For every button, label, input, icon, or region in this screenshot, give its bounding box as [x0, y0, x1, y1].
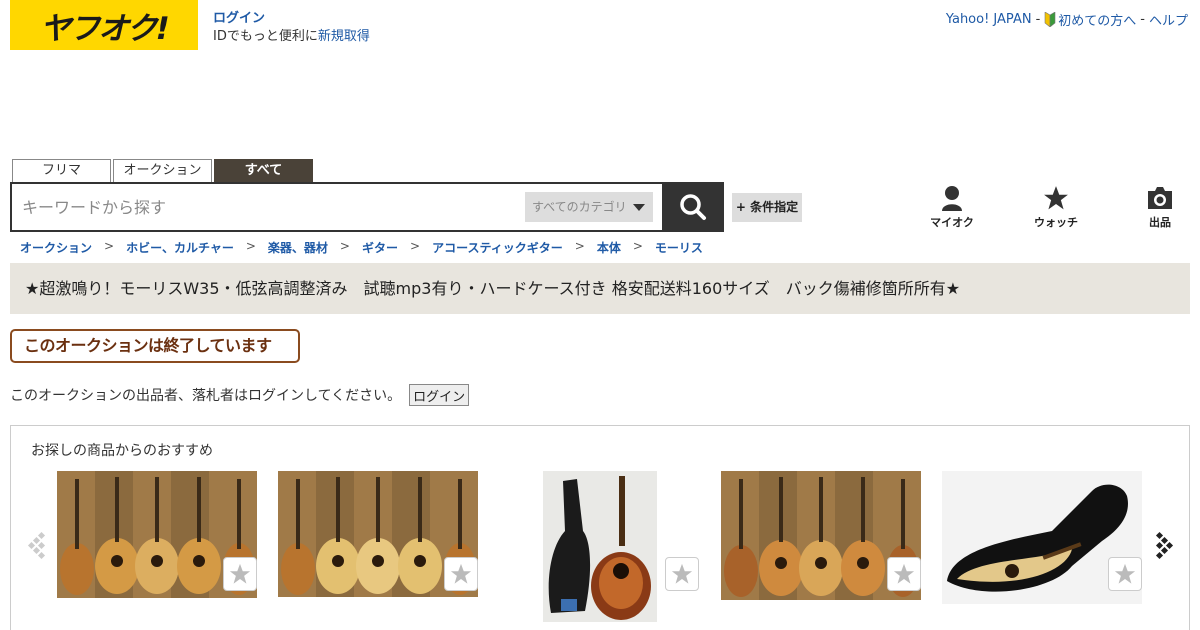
tab-all[interactable]: すべて — [214, 159, 313, 182]
recommend-item[interactable] — [543, 471, 657, 622]
breadcrumb-instruments[interactable]: 楽器、器材 — [268, 239, 328, 256]
dropdown-arrow-icon — [633, 204, 645, 211]
watch-label: ウォッチ — [1034, 216, 1078, 229]
my-auction-button[interactable]: マイオク — [900, 185, 1004, 230]
logo-text: ヤフオク! — [40, 10, 170, 47]
login-sub-text: IDでもっと便利に — [213, 29, 318, 44]
breadcrumb-hobby[interactable]: ホビー、カルチャー — [126, 239, 234, 256]
nav-separator: - — [1140, 12, 1145, 27]
beginner-mark-icon — [1044, 12, 1056, 27]
search-icon — [680, 194, 706, 220]
search-tabs: フリマ オークション すべて — [12, 159, 313, 182]
star-icon — [450, 563, 472, 584]
breadcrumb-separator: > — [574, 239, 585, 253]
item-title-bar: ★超激鳴り！モーリスW35・低弦高調整済み 試聴mp3有り・ハードケース付き 格… — [10, 263, 1190, 314]
login-note-text: このオークションの出品者、落札者はログインしてください。 — [10, 388, 402, 404]
breadcrumb-auction[interactable]: オークション — [20, 239, 92, 256]
guitar-with-gigbag-photo — [543, 471, 657, 622]
watch-item-button[interactable] — [444, 557, 478, 591]
help-link[interactable]: ヘルプ — [1149, 10, 1188, 29]
quick-icons: マイオク ウォッチ 出品 — [900, 185, 1200, 230]
my-auction-label: マイオク — [930, 216, 974, 229]
star-icon — [1044, 186, 1068, 210]
beginner-link[interactable]: 初めての方へ — [1044, 10, 1136, 29]
search-input[interactable] — [22, 192, 522, 222]
category-select[interactable]: すべてのカテゴリ — [525, 192, 653, 222]
login-box: ログイン IDでもっと便利に新規取得 — [213, 10, 370, 46]
recommend-heading: お探しの商品からのおすすめ — [31, 443, 213, 459]
watch-item-button[interactable] — [665, 557, 699, 591]
search-button[interactable] — [662, 182, 724, 232]
login-link[interactable]: ログイン — [213, 11, 265, 26]
register-link[interactable]: 新規取得 — [318, 29, 370, 44]
tab-flea-market[interactable]: フリマ — [12, 159, 111, 182]
login-note: このオークションの出品者、落札者はログインしてください。 ログイン — [10, 384, 470, 406]
search-bar: すべてのカテゴリ — [10, 182, 724, 232]
breadcrumb-separator: > — [410, 239, 421, 253]
category-select-label: すべてのカテゴリ — [532, 200, 627, 214]
breadcrumb: オークション > ホビー、カルチャー > 楽器、器材 > ギター > アコーステ… — [20, 239, 703, 256]
nav-separator: - — [1035, 12, 1041, 27]
star-icon — [1114, 563, 1136, 584]
watch-list-button[interactable]: ウォッチ — [1004, 185, 1108, 230]
tab-auction[interactable]: オークション — [113, 159, 212, 182]
item-title: ★超激鳴り！モーリスW35・低弦高調整済み 試聴mp3有り・ハードケース付き 格… — [25, 279, 961, 298]
advanced-search-button[interactable]: + 条件指定 — [732, 193, 802, 222]
auction-ended-notice: このオークションは終了しています — [10, 329, 300, 363]
breadcrumb-separator: > — [632, 239, 643, 253]
breadcrumb-body[interactable]: 本体 — [597, 239, 621, 256]
watch-item-button[interactable] — [223, 557, 257, 591]
login-button[interactable]: ログイン — [409, 384, 470, 406]
camera-icon — [1148, 187, 1172, 209]
breadcrumb-acoustic-guitar[interactable]: アコースティックギター — [432, 239, 563, 256]
yahoo-japan-link[interactable]: Yahoo! JAPAN — [946, 12, 1032, 27]
watch-item-button[interactable] — [887, 557, 921, 591]
beginner-label: 初めての方へ — [1058, 14, 1137, 29]
sell-label: 出品 — [1149, 216, 1171, 229]
carousel-prev-icon[interactable] — [25, 530, 47, 560]
star-icon — [229, 563, 251, 584]
person-icon — [942, 186, 962, 211]
recommend-section: お探しの商品からのおすすめ — [10, 425, 1190, 630]
sell-button[interactable]: 出品 — [1108, 185, 1200, 230]
carousel-next-icon[interactable] — [1154, 530, 1176, 560]
breadcrumb-guitar[interactable]: ギター — [362, 239, 398, 256]
breadcrumb-morris[interactable]: モーリス — [655, 239, 703, 256]
star-icon — [671, 563, 693, 584]
star-icon — [893, 563, 915, 584]
watch-item-button[interactable] — [1108, 557, 1142, 591]
top-nav: Yahoo! JAPAN - 初めての方へ - ヘルプ — [946, 10, 1188, 29]
breadcrumb-separator: > — [104, 239, 115, 253]
breadcrumb-separator: > — [339, 239, 350, 253]
yahuoku-logo[interactable]: ヤフオク! — [10, 0, 198, 50]
breadcrumb-separator: > — [245, 239, 256, 253]
